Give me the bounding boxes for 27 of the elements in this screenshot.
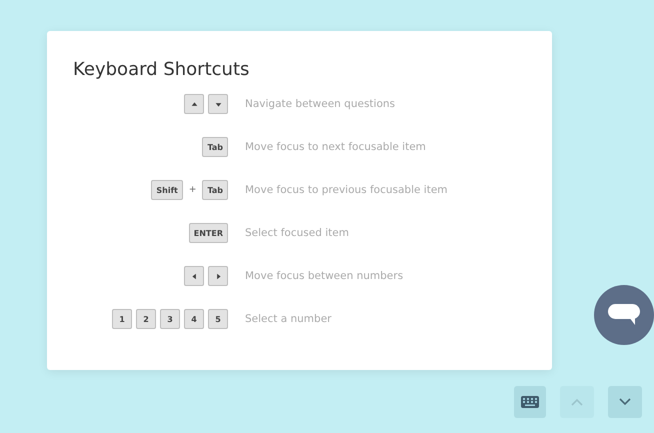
triangle-left-icon [190,272,198,280]
key-cap: Tab [202,137,228,157]
key-cap: 3 [160,309,180,329]
next-button[interactable] [608,386,642,418]
plus-sign: + [188,185,196,195]
chevron-up-icon [571,398,583,406]
chat-bubble-icon [607,303,641,327]
shortcut-description: Select focused item [245,227,349,239]
key-cap: 1 [112,309,132,329]
key-cap: 5 [208,309,228,329]
shortcut-description: Select a number [245,313,332,325]
key-cap: Tab [202,180,228,200]
keyboard-icon [521,396,539,408]
keyboard-button[interactable] [514,386,546,418]
shortcut-description: Move focus to next focusable item [245,141,426,153]
shortcut-description: Move focus between numbers [245,270,404,282]
shortcut-description: Navigate between questions [245,98,396,110]
dialog-title: Keyboard Shortcuts [73,59,250,80]
triangle-up-icon [190,100,198,108]
key-cap: ENTER [188,223,228,243]
triangle-down-icon [214,100,222,108]
shortcut-description: Move focus to previous focusable item [245,184,448,196]
chevron-down-icon [619,398,631,406]
key-cap: 4 [184,309,204,329]
triangle-right-icon [214,272,222,280]
key-cap: 2 [136,309,156,329]
key-cap: Shift [151,180,183,200]
